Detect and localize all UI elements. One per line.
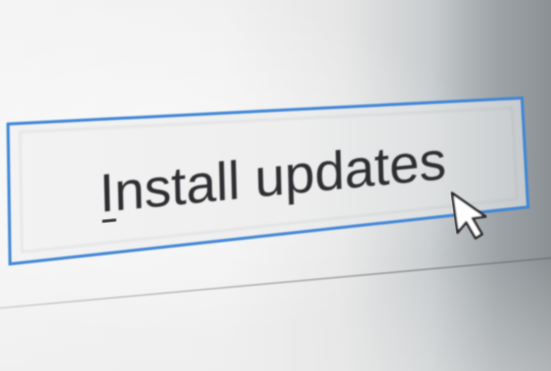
screen-photo: Install updates (0, 0, 551, 371)
accelerator-key: I (99, 163, 116, 224)
install-dialog-canvas: Install updates (6, 96, 530, 266)
install-updates-button[interactable]: Install updates (6, 96, 530, 266)
